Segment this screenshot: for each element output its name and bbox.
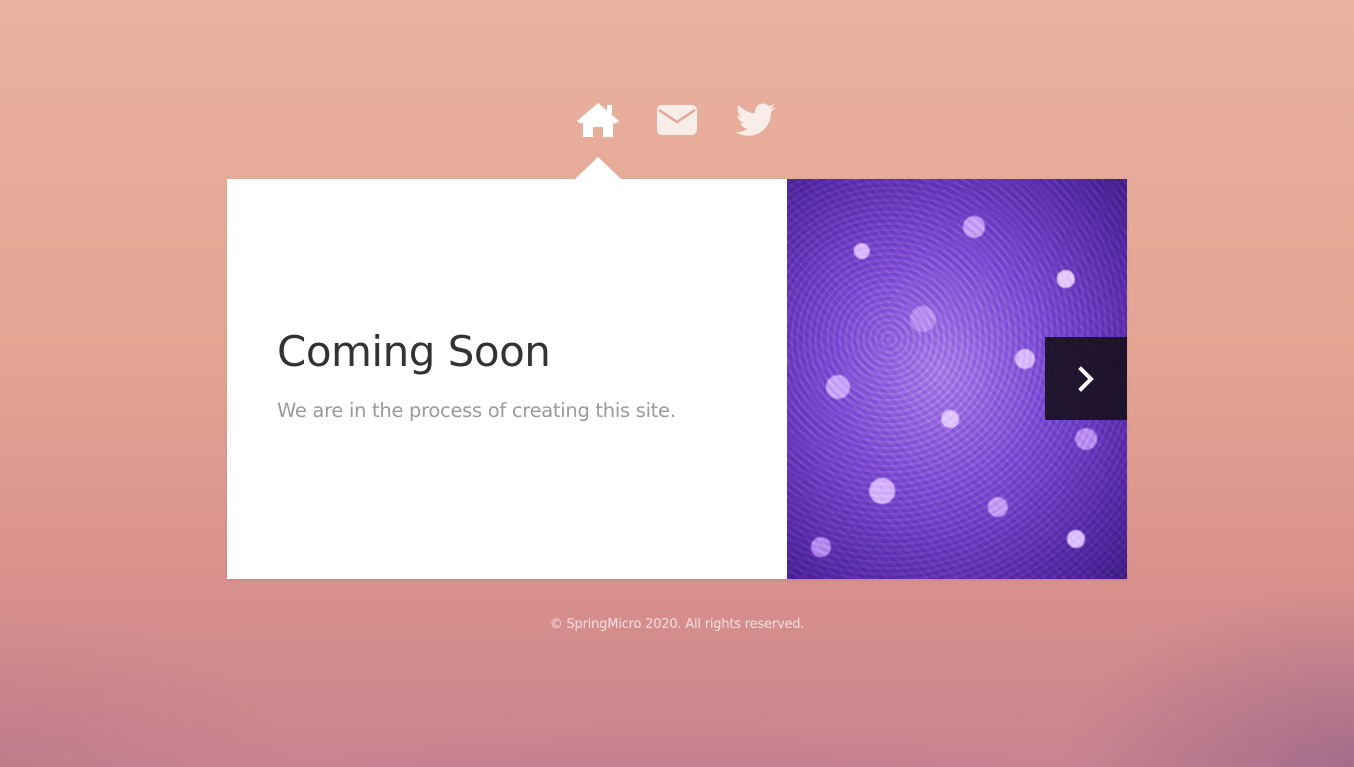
chevron-right-icon [1078, 365, 1094, 392]
next-slide-button[interactable] [1045, 337, 1127, 420]
icon-nav [570, 98, 784, 142]
text-panel: Coming Soon We are in the process of cre… [227, 179, 787, 579]
page-subtitle: We are in the process of creating this s… [277, 399, 676, 422]
forest-image [787, 179, 1127, 579]
home-icon [577, 103, 619, 137]
nav-mail-button[interactable] [649, 98, 705, 142]
nav-home-button[interactable] [570, 98, 626, 142]
page-title: Coming Soon [277, 327, 551, 376]
envelope-icon [657, 105, 697, 135]
twitter-icon [736, 103, 776, 136]
content-panel: Coming Soon We are in the process of cre… [227, 179, 1127, 579]
nav-twitter-button[interactable] [728, 98, 784, 142]
footer-copyright: © SpringMicro 2020. All rights reserved. [549, 617, 805, 632]
active-tab-pointer [575, 157, 621, 179]
